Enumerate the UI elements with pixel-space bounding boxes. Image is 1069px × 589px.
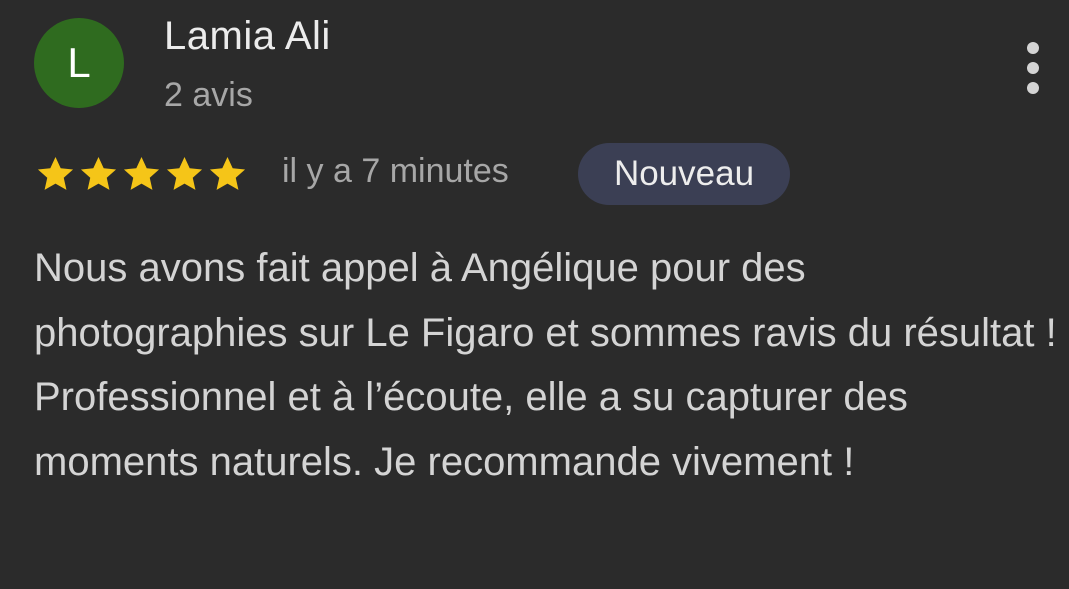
star-icon	[123, 156, 160, 190]
more-vert-icon-dot	[1027, 62, 1039, 74]
review-card: L Lamia Ali 2 avis il y a 7 minutes Nouv…	[0, 0, 1069, 589]
more-vert-icon	[1027, 42, 1039, 54]
avatar-initial: L	[67, 39, 91, 86]
star-icon	[166, 156, 203, 190]
new-badge: Nouveau	[578, 143, 790, 205]
author-name[interactable]: Lamia Ali	[164, 14, 331, 59]
more-vert-icon-dot	[1027, 82, 1039, 94]
star-icon	[209, 156, 246, 190]
star-rating	[34, 152, 249, 196]
author-review-count: 2 avis	[164, 76, 253, 114]
review-text: Nous avons fait appel à Angélique pour d…	[34, 246, 1057, 484]
more-options-button[interactable]	[1014, 38, 1052, 98]
avatar[interactable]: L	[34, 18, 124, 108]
star-icon	[37, 156, 74, 190]
star-icon	[80, 156, 117, 190]
review-time: il y a 7 minutes	[282, 152, 509, 190]
